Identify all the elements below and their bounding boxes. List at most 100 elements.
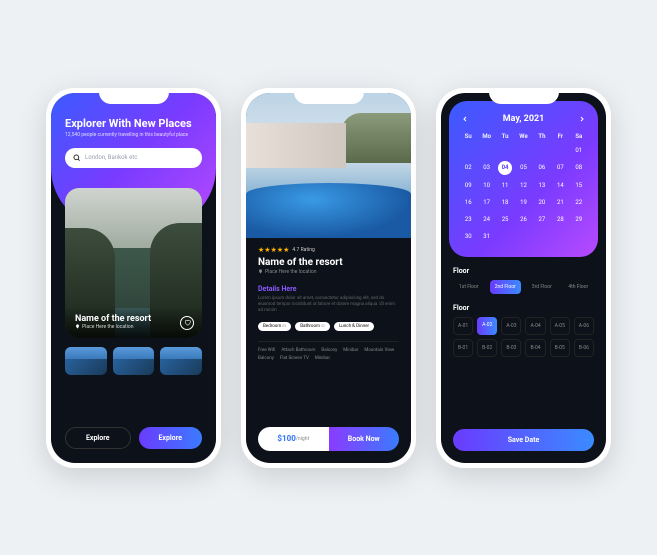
room-cell[interactable]: A-04 [525,317,545,335]
calendar-day[interactable]: 16 [459,196,477,209]
calendar-day[interactable]: 21 [551,196,569,209]
page-title: Explorer With New Places [65,117,202,130]
feature-item: Balcony [258,356,274,361]
calendar-day[interactable]: 12 [514,179,532,192]
calendar-dow: Sa [570,133,588,140]
calendar-day[interactable]: 24 [477,213,495,226]
room-cell[interactable]: A-06 [574,317,594,335]
calendar-day[interactable]: 27 [533,213,551,226]
amenity-pill: Bedroom03 [258,322,291,331]
feature-list: Free WifiAttach BathroomBalconyMinibarMo… [258,341,399,361]
floor-chip[interactable]: 4th Floor [563,280,595,294]
room-cell[interactable]: A-03 [501,317,521,335]
calendar-day[interactable]: 17 [477,196,495,209]
floor-chip[interactable]: 3rd Floor [526,280,558,294]
room-cell[interactable]: B-01 [453,339,473,357]
calendar-day[interactable]: 11 [496,179,514,192]
feature-item: Minibar [343,348,358,353]
chevron-right-icon [578,115,586,123]
chevron-left-icon [461,115,469,123]
calendar-day[interactable]: 30 [459,230,477,243]
resort-hero-image [246,93,411,238]
calendar-day[interactable]: 25 [496,213,514,226]
pin-icon [75,324,80,329]
save-date-button[interactable]: Save Date [453,429,594,451]
floor-label: Floor [453,267,594,275]
calendar-day[interactable]: 26 [514,213,532,226]
calendar-day [551,144,569,157]
calendar-day [496,144,514,157]
room-cell[interactable]: B-05 [550,339,570,357]
calendar-day[interactable]: 04 [498,161,512,175]
thumbnail[interactable] [65,347,107,375]
calendar-day[interactable]: 14 [551,179,569,192]
thumbnail[interactable] [113,347,155,375]
calendar-day[interactable]: 01 [570,144,588,157]
calendar-day[interactable]: 05 [514,161,532,175]
favorite-button[interactable] [180,316,194,330]
calendar-day[interactable]: 20 [533,196,551,209]
floor-chip[interactable]: 1st Floor [453,280,485,294]
pin-icon [258,269,263,274]
calendar-dow: Fr [551,133,569,140]
calendar-dow: We [514,133,532,140]
floor-chip[interactable]: 2nd Floor [490,280,522,294]
thumbnail-row [65,347,202,375]
calendar-day[interactable]: 19 [514,196,532,209]
amenity-pill: Lunch & Dinner [334,322,374,331]
room-cell[interactable]: B-04 [525,339,545,357]
calendar-day[interactable]: 13 [533,179,551,192]
room-cell[interactable]: A-01 [453,317,473,335]
room-cell[interactable]: B-06 [574,339,594,357]
details-text: Lorem ipsum dolor sit amet, consectetur … [258,296,399,315]
book-now-button[interactable]: Book Now [329,427,400,451]
calendar-day[interactable]: 23 [459,213,477,226]
details-heading: Details Here [258,285,399,293]
feature-item: Flat Screen TV [280,356,309,361]
calendar-day[interactable]: 10 [477,179,495,192]
notch [99,88,169,104]
calendar-day[interactable]: 08 [570,161,588,175]
feature-item: Mountain View [364,348,394,353]
rating-text: 4.7 Rating [292,247,314,253]
calendar-day[interactable]: 18 [496,196,514,209]
search-input[interactable]: London, Bankok etc [65,148,202,168]
calendar-day[interactable]: 15 [570,179,588,192]
amenity-pills: Bedroom03 Bathroom02 Lunch & Dinner [258,322,399,331]
resort-card[interactable]: Name of the resort Place Here the locati… [65,188,202,338]
amenity-pill: Bathroom02 [295,322,330,331]
calendar-day[interactable]: 09 [459,179,477,192]
calendar-dow: Tu [496,133,514,140]
notch [489,88,559,104]
feature-item: Balcony [321,348,337,353]
calendar-day[interactable]: 22 [570,196,588,209]
calendar-day[interactable]: 28 [551,213,569,226]
room-cell[interactable]: A-02 [477,317,497,335]
room-cell[interactable]: A-05 [550,317,570,335]
room-cell[interactable]: B-03 [501,339,521,357]
thumbnail[interactable] [160,347,202,375]
feature-item: Attach Bathroom [281,348,315,353]
resort-location: Place Here the location [75,324,192,330]
calendar-day [533,144,551,157]
calendar-dow: Mo [477,133,495,140]
price-display: $100/night [258,427,329,451]
resort-name: Name of the resort [258,257,399,268]
calendar-day[interactable]: 07 [551,161,569,175]
prev-month-button[interactable] [459,113,471,125]
star-icon: ★★★★★ [258,246,289,254]
calendar-day[interactable]: 03 [477,161,495,175]
calendar-day [459,144,477,157]
calendar-day [514,144,532,157]
explore-button-filled[interactable]: Explore [139,427,203,449]
explore-button-outline[interactable]: Explore [65,427,131,449]
calendar-day[interactable]: 06 [533,161,551,175]
next-month-button[interactable] [576,113,588,125]
calendar-day[interactable]: 02 [459,161,477,175]
calendar-day[interactable]: 31 [477,230,495,243]
calendar-dow: Th [533,133,551,140]
heart-icon [184,319,191,326]
calendar-day[interactable]: 29 [570,213,588,226]
room-cell[interactable]: B-02 [477,339,497,357]
page-subtitle: 12,540 people currently travelling in th… [65,132,202,138]
